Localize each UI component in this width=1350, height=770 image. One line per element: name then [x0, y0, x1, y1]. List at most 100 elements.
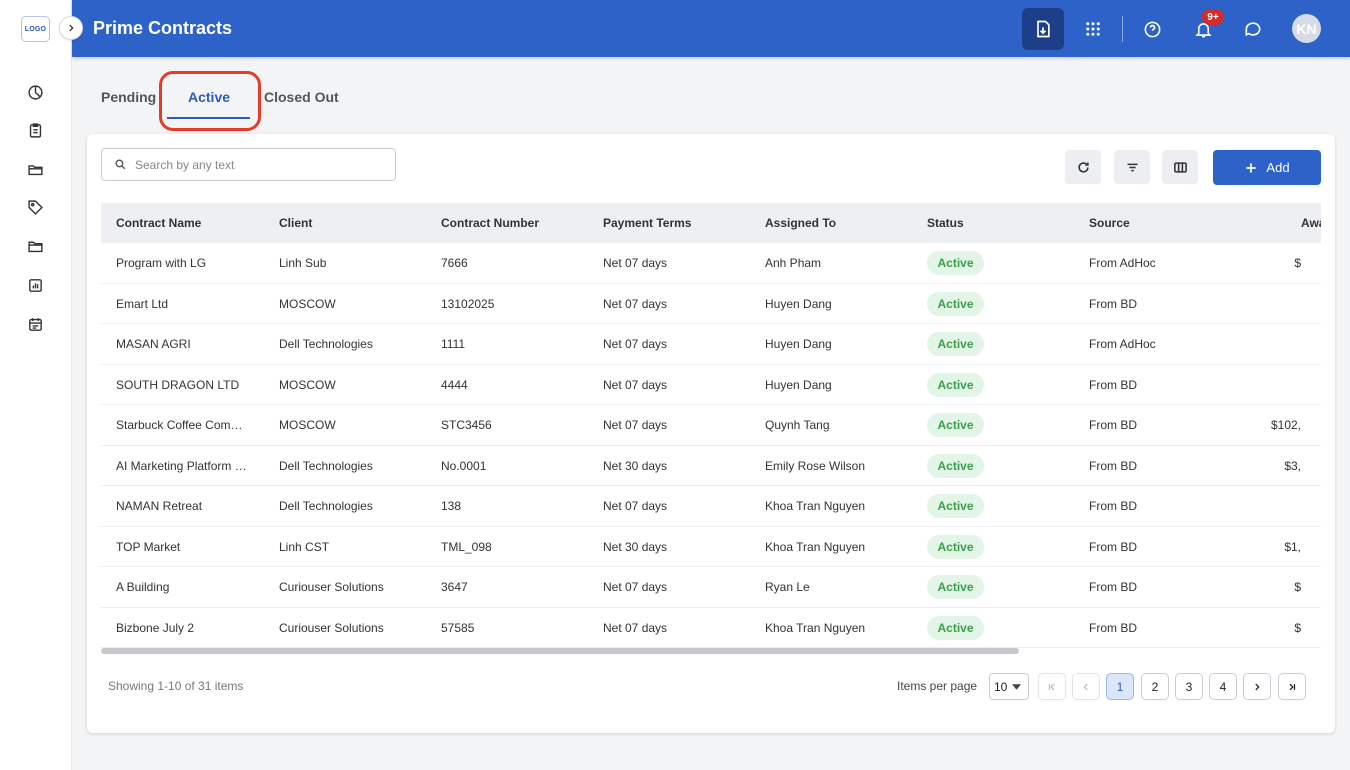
add-button[interactable]: Add: [1213, 150, 1321, 185]
showing-count: Showing 1-10 of 31 items: [108, 679, 244, 693]
table-row[interactable]: Bizbone July 2 Curiouser Solutions 57585 Ne…: [101, 608, 1321, 648]
col-assigned-to[interactable]: Assigned To: [765, 216, 836, 230]
cell-award: $: [1294, 580, 1301, 594]
table-row[interactable]: Program with LG Linh Sub 7666 Net 07 days An…: [101, 243, 1321, 284]
chat-icon: [1245, 22, 1261, 37]
filter-button[interactable]: [1114, 150, 1150, 184]
cell-client: Dell Technologies: [279, 337, 373, 351]
status-badge: Active: [927, 615, 984, 640]
items-per-page-label: Items per page: [897, 679, 978, 693]
status-badge: Active: [927, 575, 984, 599]
horizontal-scrollbar[interactable]: [101, 648, 1019, 654]
caret-down-icon: [1012, 683, 1022, 690]
page-4-button[interactable]: 4: [1209, 673, 1237, 700]
cell-payment-terms: Net 07 days: [603, 620, 668, 635]
page-2-button[interactable]: 2: [1141, 673, 1169, 700]
cell-source: From BD: [1089, 580, 1137, 594]
clipboard-icon[interactable]: [25, 120, 45, 140]
cell-source: From BD: [1089, 418, 1137, 432]
col-client[interactable]: Client: [279, 216, 312, 230]
table-row[interactable]: AI Marketing Platform … Dell Technologies…: [101, 446, 1321, 486]
cell-assigned-to: Khoa Tran Nguyen: [765, 499, 866, 513]
cell-assigned-to: Emily Rose Wilson: [765, 458, 866, 473]
col-status[interactable]: Status: [927, 216, 964, 230]
calendar-icon[interactable]: [25, 314, 45, 334]
last-page-icon: [1289, 683, 1296, 690]
filter-icon: [1127, 163, 1137, 171]
refresh-button[interactable]: [1065, 150, 1101, 184]
col-contract-number[interactable]: Contract Number: [441, 216, 539, 230]
status-badge: Active: [927, 332, 984, 356]
chevron-left-icon: [1083, 683, 1088, 690]
cell-award: $3,: [1284, 458, 1301, 473]
next-page-button[interactable]: [1243, 673, 1271, 700]
tab-active[interactable]: Active: [188, 89, 230, 105]
table-body: Program with LG Linh Sub 7666 Net 07 days An…: [101, 243, 1321, 648]
cell-source: From BD: [1089, 458, 1137, 473]
cell-award: $: [1294, 256, 1301, 270]
cell-assigned-to: Anh Pham: [765, 256, 822, 270]
col-contract-name[interactable]: Contract Name: [116, 216, 201, 230]
help-icon: [1144, 21, 1160, 37]
columns-icon: [1173, 161, 1187, 173]
page-title: Prime Contracts: [93, 18, 233, 38]
tab-pending[interactable]: Pending: [101, 89, 156, 105]
search-box[interactable]: [101, 148, 396, 181]
cell-payment-terms: Net 07 days: [603, 296, 668, 311]
cell-client: Linh CST: [279, 539, 330, 554]
avatar[interactable]: KN: [1292, 14, 1321, 43]
tab-closed-out[interactable]: Closed Out: [264, 89, 339, 105]
status-badge: Active: [927, 251, 984, 275]
table-row[interactable]: SOUTH DRAGON LTD MOSCOW 4444 Net 07 days Huy…: [101, 365, 1321, 405]
col-source[interactable]: Source: [1089, 216, 1130, 230]
folder-open-icon[interactable]: [25, 159, 45, 179]
items-per-page-select[interactable]: 10: [989, 673, 1029, 700]
tag-icon[interactable]: [25, 197, 45, 217]
columns-button[interactable]: [1162, 150, 1198, 184]
table-row[interactable]: Emart Ltd MOSCOW 13102025 Net 07 days Huyen …: [101, 284, 1321, 324]
contracts-card: Add Contract Name Client Contract Number…: [87, 134, 1335, 733]
folder-icon[interactable]: [25, 236, 45, 256]
cell-contract-number: No.0001: [441, 458, 487, 473]
col-payment-terms[interactable]: Payment Terms: [603, 216, 691, 230]
cell-payment-terms: Net 07 days: [603, 377, 668, 392]
help-button[interactable]: [1131, 8, 1173, 50]
table-row[interactable]: A Building Curiouser Solutions 3647 Net 07 …: [101, 567, 1321, 608]
search-input[interactable]: [135, 157, 385, 172]
plus-icon: [1246, 162, 1257, 173]
table-row[interactable]: MASAN AGRI Dell Technologies 1111 Net 07 da…: [101, 324, 1321, 365]
cell-contract-number: 7666: [441, 256, 468, 270]
cell-payment-terms: Net 07 days: [603, 499, 668, 513]
cell-client: Curiouser Solutions: [279, 620, 384, 635]
cell-contract-number: 57585: [441, 620, 475, 635]
pie-chart-icon[interactable]: [25, 82, 45, 102]
col-award[interactable]: Awa: [1301, 216, 1321, 230]
apps-grid-button[interactable]: [1072, 8, 1114, 50]
cell-source: From BD: [1089, 377, 1137, 392]
prev-page-button[interactable]: [1072, 673, 1100, 700]
table-row[interactable]: Starbuck Coffee Com… MOSCOW STC3456 Net 07 …: [101, 405, 1321, 446]
cell-payment-terms: Net 07 days: [603, 580, 668, 594]
cell-client: MOSCOW: [279, 296, 336, 311]
chat-button[interactable]: [1232, 8, 1274, 50]
cell-payment-terms: Net 30 days: [603, 539, 668, 554]
cell-payment-terms: Net 30 days: [603, 458, 668, 473]
page-1-button[interactable]: 1: [1106, 673, 1134, 700]
cell-contract-number: 4444: [441, 377, 468, 392]
status-badge: Active: [927, 453, 984, 478]
cell-source: From AdHoc: [1089, 256, 1156, 270]
bar-chart-icon[interactable]: [25, 275, 45, 295]
cell-client: MOSCOW: [279, 418, 336, 432]
status-badge: Active: [927, 534, 984, 559]
page-3-button[interactable]: 3: [1175, 673, 1203, 700]
download-doc-button[interactable]: [1022, 8, 1064, 50]
refresh-icon: [1077, 161, 1089, 173]
last-page-button[interactable]: [1278, 673, 1306, 700]
cell-client: Dell Technologies: [279, 499, 373, 513]
table-row[interactable]: TOP Market Linh CST TML_098 Net 30 days Khoa…: [101, 527, 1321, 567]
table-header: Contract Name Client Contract Number Pay…: [101, 203, 1321, 243]
cell-contract-name: Program with LG: [116, 256, 207, 270]
table-row[interactable]: NAMAN Retreat Dell Technologies 138 Net 07 …: [101, 486, 1321, 527]
expand-sidebar-button[interactable]: [59, 16, 83, 40]
first-page-button[interactable]: [1038, 673, 1066, 700]
